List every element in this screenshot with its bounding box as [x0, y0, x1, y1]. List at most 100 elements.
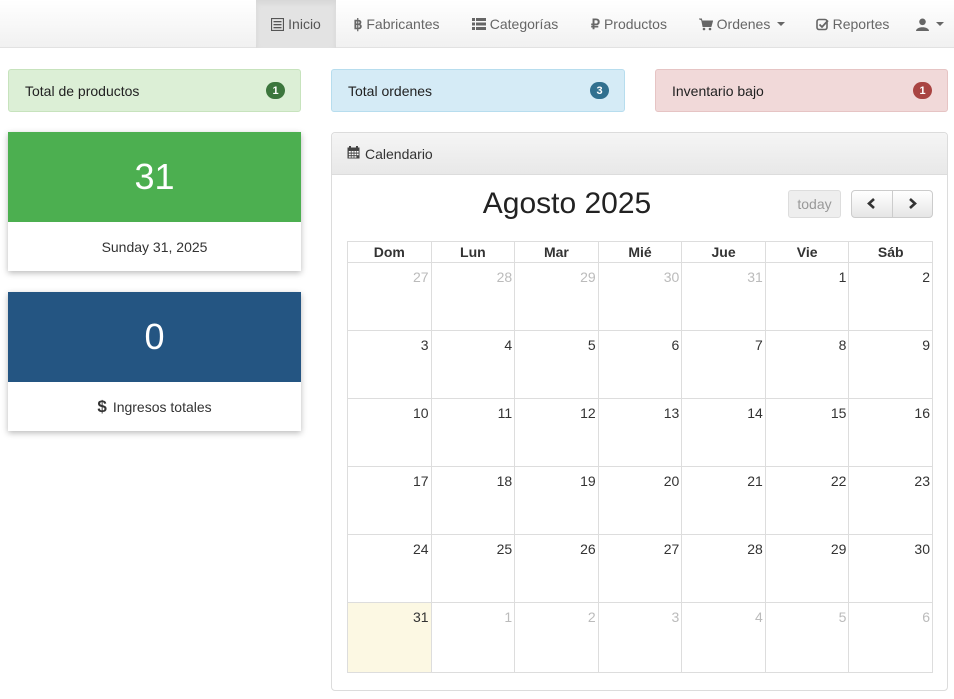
calendar-day[interactable]: 30 — [849, 535, 933, 603]
calendar-day[interactable]: 1 — [765, 263, 850, 331]
caret-down-icon — [936, 22, 944, 26]
calendar-day[interactable]: 3 — [598, 603, 683, 673]
ruble-icon: ₽ — [591, 15, 600, 32]
total-ordenes-alert: Total ordenes 3 — [331, 69, 625, 112]
total-ordenes-badge: 3 — [590, 82, 609, 99]
calendar-day[interactable]: 20 — [598, 467, 683, 535]
inventario-bajo-badge: 1 — [913, 82, 932, 99]
income-tile: 0 $ Ingresos totales — [8, 292, 301, 431]
calendar-week: 10 11 12 13 14 15 16 — [348, 399, 933, 467]
nav-fabricantes[interactable]: ฿ Fabricantes — [336, 0, 457, 48]
calendar-day[interactable]: 22 — [765, 467, 850, 535]
calendar-day[interactable]: 13 — [598, 399, 683, 467]
calendar-week: 24 25 26 27 28 29 30 — [348, 535, 933, 603]
calendar-day[interactable]: 28 — [431, 263, 516, 331]
calendar-day[interactable]: 12 — [515, 399, 599, 467]
nav-ordenes-dropdown[interactable]: Ordenes — [685, 0, 799, 48]
nav-categorias-label: Categorías — [489, 16, 559, 32]
nav-productos-label: Productos — [603, 16, 667, 32]
chevron-right-icon — [908, 196, 917, 212]
dollar-icon: $ — [97, 396, 107, 416]
calendar-day[interactable]: 5 — [515, 331, 599, 399]
prev-month-button[interactable] — [852, 191, 892, 217]
calendar-day[interactable]: 9 — [849, 331, 933, 399]
calendar-day[interactable]: 2 — [515, 603, 599, 673]
shopping-cart-icon — [698, 18, 713, 31]
weekday-label: Vie — [765, 242, 850, 263]
nav-fabricantes-label: Fabricantes — [366, 16, 440, 32]
nav-reportes[interactable]: Reportes — [799, 0, 906, 48]
calendar-day[interactable]: 24 — [348, 535, 432, 603]
calendar-week: 17 18 19 20 21 22 23 — [348, 467, 933, 535]
calendar-day[interactable]: 29 — [765, 535, 850, 603]
inventario-bajo-alert: Inventario bajo 1 — [655, 69, 948, 112]
list-alt-icon — [271, 17, 285, 31]
calendar-day[interactable]: 4 — [431, 331, 516, 399]
nav-reportes-label: Reportes — [832, 16, 890, 32]
calendar-day[interactable]: 7 — [682, 331, 766, 399]
calendar-day[interactable]: 15 — [765, 399, 850, 467]
calendar-day[interactable]: 28 — [682, 535, 766, 603]
calendar-day[interactable]: 21 — [682, 467, 766, 535]
nav-user-dropdown[interactable] — [906, 0, 954, 48]
nav-inicio[interactable]: Inicio — [256, 0, 336, 48]
calendar-day[interactable]: 10 — [348, 399, 432, 467]
calendar-day[interactable]: 25 — [431, 535, 516, 603]
calendar-day[interactable]: 11 — [431, 399, 516, 467]
date-tile-day: 31 — [8, 132, 301, 222]
weekday-label: Mar — [515, 242, 599, 263]
date-tile: 31 Sunday 31, 2025 — [8, 132, 301, 271]
calendar-day[interactable]: 30 — [598, 263, 683, 331]
income-tile-label: Ingresos totales — [112, 398, 212, 415]
calendar-day[interactable]: 1 — [431, 603, 516, 673]
nav-inicio-label: Inicio — [288, 16, 321, 32]
inventario-bajo-label: Inventario bajo — [672, 82, 764, 99]
calendar-day[interactable]: 18 — [431, 467, 516, 535]
next-month-button[interactable] — [891, 191, 933, 217]
calendar-day[interactable]: 17 — [348, 467, 432, 535]
weekday-label: Lun — [431, 242, 516, 263]
calendar-day[interactable]: 16 — [849, 399, 933, 467]
date-tile-label: Sunday 31, 2025 — [101, 238, 208, 255]
weekday-label: Mié — [598, 242, 683, 263]
calendar-day-today[interactable]: 31 — [348, 603, 432, 673]
calendar-day[interactable]: 2 — [849, 263, 933, 331]
calendar-day[interactable]: 6 — [598, 331, 683, 399]
calendar-day[interactable]: 27 — [598, 535, 683, 603]
calendar-week: 31 1 2 3 4 5 6 — [348, 603, 933, 673]
calendar-day[interactable]: 29 — [515, 263, 599, 331]
income-tile-footer: $ Ingresos totales — [8, 382, 301, 431]
caret-down-icon — [777, 22, 786, 26]
nav-ordenes-label: Ordenes — [716, 16, 771, 32]
th-list-icon — [471, 18, 486, 30]
calendar-day[interactable]: 4 — [682, 603, 766, 673]
weekday-label: Jue — [682, 242, 766, 263]
today-button[interactable]: today — [788, 190, 841, 218]
calendar-nav-buttons — [851, 190, 933, 218]
calendar-day[interactable]: 6 — [849, 603, 933, 673]
calendar-weeks: 27 28 29 30 31 1 2 3 4 5 6 7 8 9 10 11 1… — [347, 263, 933, 673]
weekday-header: Dom Lun Mar Mié Jue Vie Sáb — [347, 241, 933, 263]
nav-categorias[interactable]: Categorías — [457, 0, 573, 48]
total-productos-alert: Total de productos 1 — [8, 69, 301, 112]
nav-productos[interactable]: ₽ Productos — [573, 0, 685, 48]
calendar-day[interactable]: 3 — [348, 331, 432, 399]
calendar-icon — [347, 145, 360, 162]
calendar-day[interactable]: 19 — [515, 467, 599, 535]
check-square-icon — [815, 18, 829, 31]
user-icon — [916, 18, 929, 31]
calendar-day[interactable]: 27 — [348, 263, 432, 331]
calendar-day[interactable]: 8 — [765, 331, 850, 399]
weekday-label: Dom — [348, 242, 432, 263]
bitcoin-icon: ฿ — [353, 15, 363, 32]
total-productos-badge: 1 — [266, 82, 285, 99]
chevron-left-icon — [867, 196, 876, 212]
calendar-day[interactable]: 5 — [765, 603, 850, 673]
weekday-label: Sáb — [849, 242, 933, 263]
calendar-day[interactable]: 31 — [682, 263, 766, 331]
calendar-day[interactable]: 26 — [515, 535, 599, 603]
calendar-day[interactable]: 14 — [682, 399, 766, 467]
calendar-day[interactable]: 23 — [849, 467, 933, 535]
top-navbar: Inicio ฿ Fabricantes Categorías ₽ Produc… — [0, 0, 954, 48]
total-ordenes-label: Total ordenes — [348, 82, 433, 99]
